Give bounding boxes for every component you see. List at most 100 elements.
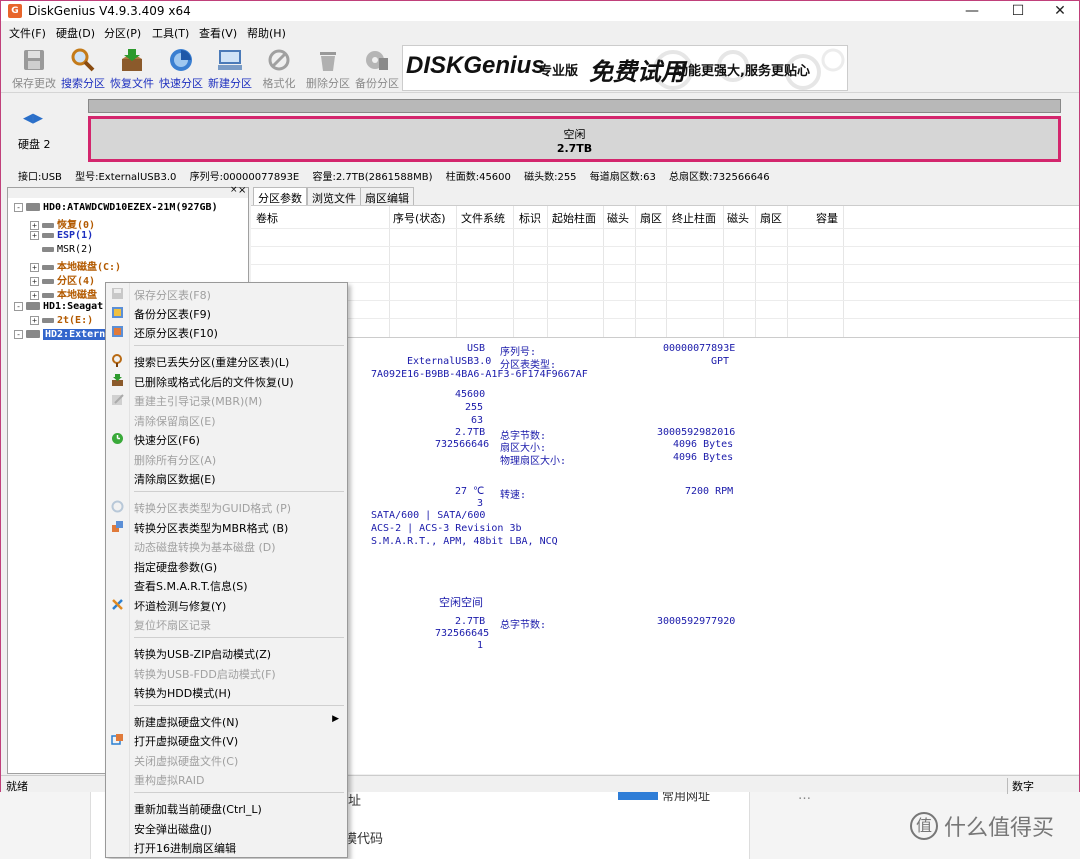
close-icon[interactable]: ✕: [1037, 1, 1080, 21]
menu-item-reload-disk[interactable]: 重新加载当前硬盘(Ctrl_L): [106, 798, 347, 817]
menu-item-new-virtual-disk[interactable]: 新建虚拟硬盘文件(N) ▶: [106, 711, 347, 730]
menu-item-safe-eject[interactable]: 安全弹出磁盘(J): [106, 818, 347, 837]
menu-item-search-lost-partitions[interactable]: 搜索已丢失分区(重建分区表)(L): [106, 351, 347, 370]
format-button[interactable]: 格式化: [255, 45, 303, 91]
delete-partition-button[interactable]: 删除分区: [304, 45, 352, 91]
expand-icon[interactable]: +: [30, 220, 39, 230]
detail-phys-sector: 4096 Bytes: [673, 452, 734, 463]
menu-item-usb-fdd[interactable]: 转换为USB-FDD启动模式(F): [106, 663, 347, 682]
menu-item-label: 重建主引导记录(MBR)(M): [134, 395, 263, 408]
tree-partition[interactable]: + ESP(1): [30, 230, 93, 241]
column-header[interactable]: 标识: [519, 210, 541, 226]
menu-item-view-smart[interactable]: 查看S.M.A.R.T.信息(S): [106, 575, 347, 594]
menu-item-label: 快速分区(F6): [134, 434, 200, 447]
free-space-block[interactable]: 空闲 2.7TB: [88, 116, 1061, 162]
tab-browse-files[interactable]: 浏览文件: [307, 187, 361, 205]
menu-item-label: 转换为USB-FDD启动模式(F): [134, 668, 276, 681]
menu-help[interactable]: 帮助(H): [247, 25, 286, 41]
menu-item-save-partition-table[interactable]: 保存分区表(F8): [106, 284, 347, 303]
promo-banner[interactable]: DISKGenius 专业版 免费试用 功能更强大,服务更贴心: [402, 45, 848, 91]
tree-disk-hd2[interactable]: - HD2:Extern: [14, 329, 108, 340]
menu-item-dynamic-to-basic[interactable]: 动态磁盘转换为基本磁盘 (D): [106, 536, 347, 555]
menu-item-open-virtual-disk[interactable]: 打开虚拟硬盘文件(V): [106, 730, 347, 749]
prev-disk-icon[interactable]: ◀: [23, 111, 33, 126]
menu-item-reset-bad-sectors[interactable]: 复位坏扇区记录: [106, 614, 347, 633]
quick-partition-button[interactable]: 快速分区: [157, 45, 205, 91]
menu-view[interactable]: 查看(V): [199, 25, 237, 41]
column-header[interactable]: 起始柱面: [552, 210, 596, 226]
title-bar[interactable]: G DiskGenius V4.9.3.409 x64 — ☐ ✕: [1, 1, 1079, 21]
disk-info-sectors: 每道扇区数:63: [589, 172, 656, 183]
menu-item-quick-partition[interactable]: 快速分区(F6): [106, 429, 347, 448]
restore-table-icon: [111, 325, 124, 338]
menu-item-label: 删除所有分区(A): [134, 454, 217, 467]
menu-item-usb-zip[interactable]: 转换为USB-ZIP启动模式(Z): [106, 643, 347, 662]
expand-icon[interactable]: +: [30, 230, 39, 240]
menu-item-close-virtual-disk[interactable]: 关闭虚拟硬盘文件(C): [106, 750, 347, 769]
save-changes-button[interactable]: 保存更改: [10, 45, 58, 91]
partition-table[interactable]: 卷标 序号(状态) 文件系统 标识 起始柱面 磁头 扇区 终止柱面 磁头 扇区 …: [251, 205, 1079, 338]
close-icon[interactable]: ×: [238, 185, 246, 196]
collapse-icon[interactable]: -: [14, 329, 23, 339]
menu-item-clear-reserved-sectors[interactable]: 清除保留扇区(E): [106, 410, 347, 429]
convert-mbr-icon: [111, 520, 124, 533]
minimize-icon[interactable]: —: [949, 1, 995, 21]
maximize-icon[interactable]: ☐: [995, 1, 1041, 21]
tree-partition[interactable]: + 分区(4): [30, 272, 95, 287]
menu-item-backup-partition-table[interactable]: 备份分区表(F9): [106, 303, 347, 322]
expand-icon[interactable]: +: [30, 262, 39, 272]
menu-item-bad-sector-check[interactable]: 坏道检测与修复(Y): [106, 595, 347, 614]
backup-partition-button[interactable]: 备份分区: [353, 45, 401, 91]
search-partition-button[interactable]: 搜索分区: [59, 45, 107, 91]
detail-rpm: 7200 RPM: [685, 486, 734, 497]
tree-disk-hd1[interactable]: - HD1:Seagat: [14, 301, 103, 312]
expand-icon[interactable]: +: [30, 276, 39, 286]
tree-partition[interactable]: + 本地磁盘: [30, 286, 97, 301]
menu-item-hex-sector-editor[interactable]: 打开16进制扇区编辑: [106, 837, 347, 856]
pin-icon[interactable]: ×: [230, 185, 238, 195]
collapse-icon[interactable]: -: [14, 301, 23, 311]
menu-item-rebuild-raid[interactable]: 重构虚拟RAID: [106, 769, 347, 788]
menu-file[interactable]: 文件(F): [9, 25, 46, 41]
tree-partition[interactable]: +2t(E:): [30, 315, 93, 326]
collapse-icon[interactable]: -: [14, 202, 23, 212]
tab-partition-params[interactable]: 分区参数: [253, 187, 307, 205]
row-divider: [251, 228, 1079, 229]
menu-item-restore-partition-table[interactable]: 还原分区表(F10): [106, 322, 347, 341]
expand-icon[interactable]: +: [30, 290, 39, 300]
menu-tools[interactable]: 工具(T): [152, 25, 189, 41]
menu-item-file-recovery[interactable]: 已删除或格式化后的文件恢复(U): [106, 371, 347, 390]
tree-partition[interactable]: + 恢复(0): [30, 216, 95, 231]
menu-partition[interactable]: 分区(P): [104, 25, 141, 41]
column-header[interactable]: 容量: [816, 210, 838, 226]
column-header[interactable]: 磁头: [727, 210, 749, 226]
column-header[interactable]: 扇区: [760, 210, 782, 226]
menu-item-hdd-mode[interactable]: 转换为HDD模式(H): [106, 682, 347, 701]
menu-item-label: 打开虚拟硬盘文件(V): [134, 735, 239, 748]
expand-icon[interactable]: +: [30, 315, 39, 325]
disk-nav-arrows[interactable]: ◀▶: [23, 111, 43, 126]
menu-item-convert-to-guid[interactable]: 转换分区表类型为GUID格式 (P): [106, 497, 347, 516]
tab-sector-edit[interactable]: 扇区编辑: [360, 187, 414, 205]
detail-total-bytes: 3000592982016: [657, 427, 736, 438]
column-header[interactable]: 磁头: [607, 210, 629, 226]
menu-item-rebuild-mbr[interactable]: 重建主引导记录(MBR)(M): [106, 390, 347, 409]
new-partition-button[interactable]: 新建分区: [206, 45, 254, 91]
column-header[interactable]: 扇区: [640, 210, 662, 226]
menu-item-convert-to-mbr[interactable]: 转换分区表类型为MBR格式 (B): [106, 517, 347, 536]
recover-files-button[interactable]: 恢复文件: [108, 45, 156, 91]
column-header[interactable]: 终止柱面: [672, 210, 716, 226]
watermark-text: 什么值得买: [944, 816, 1055, 841]
tree-partition[interactable]: + 本地磁盘(C:): [30, 258, 121, 273]
tree-disk-hd0[interactable]: - HD0:ATAWDCWD10EZEX-21M(927GB): [14, 202, 218, 213]
next-disk-icon[interactable]: ▶: [33, 111, 43, 126]
tree-partition[interactable]: MSR(2): [30, 244, 93, 255]
column-header[interactable]: 序号(状态): [393, 210, 446, 226]
column-header[interactable]: 卷标: [256, 210, 278, 226]
menu-item-specify-disk-params[interactable]: 指定硬盘参数(G): [106, 556, 347, 575]
column-header[interactable]: 文件系统: [461, 210, 505, 226]
menu-disk[interactable]: 硬盘(D): [56, 25, 95, 41]
row-divider: [251, 282, 1079, 283]
menu-item-clear-sector-data[interactable]: 清除扇区数据(E): [106, 468, 347, 487]
menu-item-delete-all-partitions[interactable]: 删除所有分区(A): [106, 449, 347, 468]
